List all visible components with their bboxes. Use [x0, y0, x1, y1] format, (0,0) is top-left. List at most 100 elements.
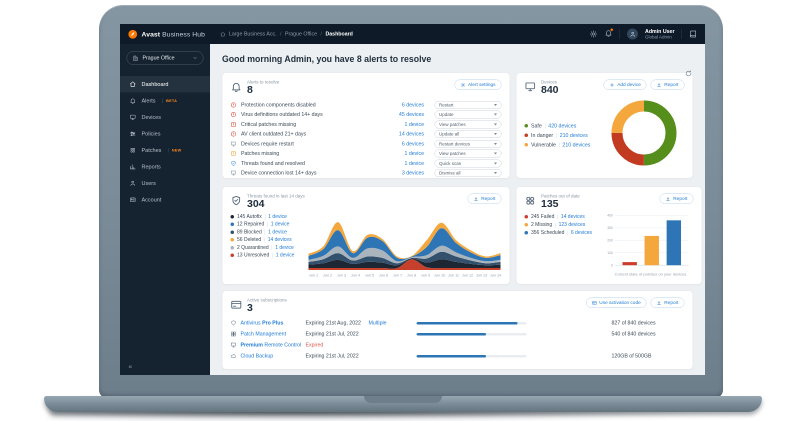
- legend-link[interactable]: 6 devices: [571, 230, 592, 236]
- office-selector[interactable]: Prague Office: [127, 51, 204, 65]
- subscription-name-link[interactable]: Antivirus Pro Plus: [231, 320, 306, 326]
- legend-item: 12 Repaired1 device: [231, 222, 307, 228]
- alert-devices-link[interactable]: 1 device: [391, 160, 424, 166]
- alert-text: Patches missing: [241, 151, 387, 157]
- breadcrumb-separator: /: [321, 31, 322, 37]
- alert-devices-link[interactable]: 45 devices: [391, 112, 424, 118]
- threats-report-button[interactable]: Report: [468, 194, 502, 205]
- alert-action-dropdown[interactable]: Quick scan: [435, 159, 502, 167]
- alert-action-dropdown[interactable]: Dismiss all: [435, 169, 502, 177]
- sidebar-item-users[interactable]: Users: [120, 175, 210, 192]
- subscription-usage: 540 of 840 devices: [537, 331, 685, 337]
- breadcrumb-item[interactable]: Prague Office: [285, 31, 317, 37]
- credit-card-icon: [231, 299, 243, 311]
- caret-down-icon: [494, 104, 497, 106]
- legend-link[interactable]: 210 devices: [562, 142, 590, 148]
- legend-link[interactable]: 210 devices: [560, 132, 588, 138]
- alert-row: Device connection lost 14+ days 3 device…: [231, 168, 502, 178]
- legend-link[interactable]: 14 devices: [561, 214, 585, 220]
- breadcrumb-item[interactable]: Large Business Acc.: [229, 31, 277, 37]
- shield-icon: [231, 320, 237, 326]
- avast-logo-icon: [128, 29, 138, 39]
- grid-icon: [231, 331, 237, 337]
- subscription-name-link[interactable]: Premium Remote Control: [231, 342, 306, 348]
- alert-action-dropdown[interactable]: View patches: [435, 150, 502, 158]
- legend-label: 2 Quarantined: [237, 245, 269, 251]
- laptop-screen: Avast Business Hub Large Business Acc. /…: [120, 24, 705, 375]
- topbar: Avast Business Hub Large Business Acc. /…: [120, 24, 705, 44]
- patches-report-button[interactable]: Report: [660, 194, 694, 205]
- alert-devices-link[interactable]: 1 device: [391, 151, 424, 157]
- settings-gear-icon[interactable]: [590, 30, 598, 38]
- sidebar-item-dashboard[interactable]: Dashboard: [120, 76, 210, 93]
- legend-item: In danger 210 devices: [525, 132, 591, 138]
- legend-dot: [525, 143, 529, 147]
- notifications-button[interactable]: [605, 29, 613, 40]
- notification-dot: [610, 28, 614, 32]
- alert-action-dropdown[interactable]: Restart: [435, 101, 502, 109]
- subscription-multiple-link[interactable]: Multiple: [369, 320, 417, 326]
- alert-action-dropdown[interactable]: Update all: [435, 130, 502, 138]
- sidebar-item-label: Policies: [142, 131, 161, 137]
- use-activation-code-button[interactable]: Use activation code: [586, 298, 647, 309]
- refresh-icon[interactable]: [685, 70, 692, 77]
- knowledge-base-icon[interactable]: [689, 30, 697, 38]
- subscriptions-report-button[interactable]: Report: [651, 298, 685, 309]
- user-menu[interactable]: Admin User Global Admin: [645, 28, 674, 39]
- legend-link[interactable]: 1 device: [275, 245, 294, 251]
- home-icon: [220, 31, 226, 37]
- legend-label: Vulnerable: [531, 142, 556, 148]
- sidebar-item-devices[interactable]: Devices: [120, 109, 210, 126]
- legend-link[interactable]: 420 devices: [548, 123, 576, 129]
- sidebar-item-reports[interactable]: Reports: [120, 159, 210, 176]
- card-icon: [592, 300, 597, 305]
- legend-dot: [525, 124, 529, 128]
- subscription-name-link[interactable]: Patch Management: [231, 331, 306, 337]
- patches-count: 135: [541, 199, 580, 210]
- legend-label: Safe: [531, 123, 542, 129]
- cloud-icon: [231, 353, 237, 359]
- alert-action-dropdown[interactable]: View patches: [435, 120, 502, 128]
- devices-report-button[interactable]: Report: [651, 80, 685, 91]
- alert-action-dropdown[interactable]: Update: [435, 111, 502, 119]
- alert-warning-icon: [231, 151, 237, 157]
- legend-divider: [556, 133, 557, 138]
- svg-text:400: 400: [607, 214, 613, 218]
- subscription-expiry: Expiring 21st Jul, 2022: [306, 353, 369, 359]
- patch-icon: [525, 195, 537, 207]
- alert-devices-link[interactable]: 1 device: [391, 121, 424, 127]
- subscription-usage: 827 of 840 devices: [537, 320, 685, 326]
- sidebar-item-account[interactable]: Account: [120, 192, 210, 209]
- gear-icon: [461, 82, 466, 87]
- legend-link[interactable]: 1 device: [276, 253, 295, 259]
- alert-devices-link[interactable]: 3 devices: [391, 170, 424, 176]
- threats-legend: 145 Autofix1 device 12 Repaired1 device …: [231, 212, 307, 278]
- reports-chart-icon: [130, 164, 137, 171]
- legend-link[interactable]: 1 device: [268, 229, 287, 235]
- alert-settings-button[interactable]: Alert settings: [455, 80, 502, 91]
- devices-donut-chart: [607, 96, 682, 174]
- breadcrumb: Large Business Acc. / Prague Office / Da…: [220, 31, 353, 37]
- legend-link[interactable]: 123 devices: [559, 222, 586, 228]
- sidebar-item-alerts[interactable]: Alerts BETA: [120, 93, 210, 110]
- legend-link[interactable]: 14 devices: [268, 237, 292, 243]
- legend-link[interactable]: 1 device: [271, 222, 290, 228]
- legend-divider: [559, 142, 560, 147]
- alert-text: Critical patches missing: [241, 121, 387, 127]
- legend-divider: [272, 245, 273, 250]
- svg-text:100: 100: [607, 251, 613, 255]
- alert-devices-link[interactable]: 6 devices: [391, 102, 424, 108]
- alert-devices-link[interactable]: 6 devices: [391, 141, 424, 147]
- alert-danger-icon: [231, 112, 237, 118]
- sidebar-collapse-button[interactable]: «: [129, 363, 133, 371]
- legend-divider: [555, 222, 556, 227]
- alert-devices-link[interactable]: 14 devices: [391, 131, 424, 137]
- legend-link[interactable]: 1 device: [268, 214, 287, 220]
- subscription-name-link[interactable]: Cloud Backup: [231, 353, 306, 359]
- add-device-button[interactable]: Add device: [604, 80, 647, 91]
- alert-monitor-icon: [231, 141, 237, 147]
- sidebar-item-policies[interactable]: Policies: [120, 126, 210, 143]
- alert-action-dropdown[interactable]: Restart devices: [435, 140, 502, 148]
- sidebar-item-patches[interactable]: Patches NEW: [120, 142, 210, 159]
- avatar[interactable]: [627, 29, 638, 40]
